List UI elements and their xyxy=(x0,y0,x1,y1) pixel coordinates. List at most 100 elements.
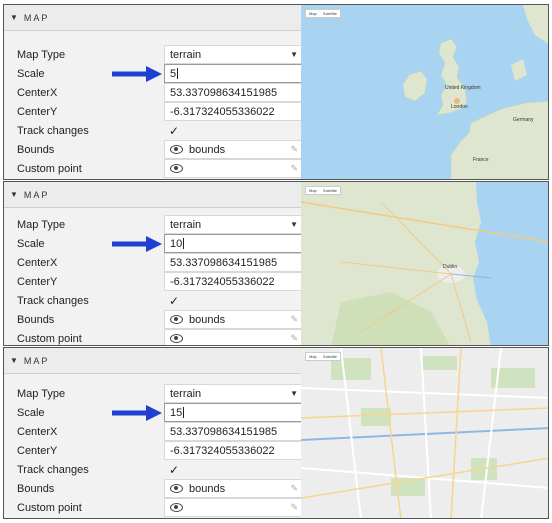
scale-input[interactable]: 5 xyxy=(164,64,301,83)
centerx-label: CenterX xyxy=(17,425,58,438)
caret-down-icon[interactable]: ▼ xyxy=(10,356,18,365)
eye-icon[interactable] xyxy=(170,503,183,512)
scale-value: 10 xyxy=(170,237,183,250)
scale-value: 15 xyxy=(170,406,183,419)
bounds-field[interactable]: bounds ✎ xyxy=(164,479,301,498)
custom-point-field[interactable]: ✎ xyxy=(164,329,301,345)
scale-input[interactable]: 15 xyxy=(164,403,301,422)
centery-label: CenterY xyxy=(17,444,58,457)
tab-satellite[interactable]: Satellite xyxy=(320,353,340,360)
arrow-right-icon xyxy=(112,236,162,252)
tab-map[interactable]: Map xyxy=(306,187,320,194)
map-label: France xyxy=(473,157,489,163)
bounds-label: Bounds xyxy=(17,313,55,326)
custom-point-field[interactable]: ✎ xyxy=(164,159,301,178)
map-view[interactable]: Map Satellite United Kingdom London Germ… xyxy=(301,5,549,179)
track-changes-checkbox[interactable]: ✓ xyxy=(164,291,301,310)
tab-map[interactable]: Map xyxy=(306,353,320,360)
centerx-value: 53.337098634151985 xyxy=(170,86,278,99)
bounds-label: Bounds xyxy=(17,143,55,156)
centery-row: CenterY -6.317324055336022 xyxy=(4,272,301,291)
track-changes-row: Track changes ✓ xyxy=(4,460,301,479)
map-type-tabs[interactable]: Map Satellite xyxy=(305,9,342,18)
text-cursor xyxy=(183,407,185,418)
pencil-icon[interactable]: ✎ xyxy=(290,483,298,494)
map-type-tabs[interactable]: Map Satellite xyxy=(305,186,342,195)
chevron-down-icon[interactable]: ▼ xyxy=(290,50,298,59)
pencil-icon[interactable]: ✎ xyxy=(290,163,298,174)
map-type-row: Map Type terrain ▼ xyxy=(4,45,301,64)
track-changes-checkbox[interactable]: ✓ xyxy=(164,121,301,140)
centery-label: CenterY xyxy=(17,275,58,288)
centery-input[interactable]: -6.317324055336022 xyxy=(164,441,301,460)
centerx-input[interactable]: 53.337098634151985 xyxy=(164,253,301,272)
map-config-row-2: ▼ MAP Map Type terrain ▼ Scale 10 Center… xyxy=(3,181,549,346)
tab-satellite[interactable]: Satellite xyxy=(320,187,340,194)
pencil-icon[interactable]: ✎ xyxy=(290,333,298,344)
map-canvas[interactable] xyxy=(301,5,549,179)
custom-point-field[interactable]: ✎ xyxy=(164,498,301,517)
map-view[interactable]: Map Satellite Dublin xyxy=(301,182,549,345)
centerx-row: CenterX 53.337098634151985 xyxy=(4,253,301,272)
scale-label: Scale xyxy=(17,406,45,419)
eye-icon[interactable] xyxy=(170,484,183,493)
tab-map[interactable]: Map xyxy=(306,10,320,17)
track-changes-checkbox[interactable]: ✓ xyxy=(164,460,301,479)
bounds-field[interactable]: bounds ✎ xyxy=(164,310,301,329)
map-canvas[interactable] xyxy=(301,182,549,345)
map-view[interactable]: Map Satellite xyxy=(301,348,549,518)
track-changes-label: Track changes xyxy=(17,463,89,476)
text-cursor xyxy=(183,238,185,249)
bounds-field[interactable]: bounds ✎ xyxy=(164,140,301,159)
panel-header[interactable]: ▼ MAP xyxy=(4,5,301,31)
map-label: London xyxy=(451,104,468,110)
pencil-icon[interactable]: ✎ xyxy=(290,144,298,155)
map-type-row: Map Type terrain ▼ xyxy=(4,215,301,234)
eye-icon[interactable] xyxy=(170,315,183,324)
custom-point-row: Custom point ✎ xyxy=(4,498,301,517)
property-panel: ▼ MAP Map Type terrain ▼ Scale 10 Center… xyxy=(4,182,302,345)
bounds-row: Bounds bounds ✎ xyxy=(4,479,301,498)
panel-header[interactable]: ▼ MAP xyxy=(4,348,301,374)
map-type-label: Map Type xyxy=(17,387,66,400)
panel-header[interactable]: ▼ MAP xyxy=(4,182,301,208)
track-changes-label: Track changes xyxy=(17,294,89,307)
caret-down-icon[interactable]: ▼ xyxy=(10,190,18,199)
map-type-value: terrain xyxy=(170,48,202,61)
property-panel: ▼ MAP Map Type terrain ▼ Scale 15 Center… xyxy=(4,348,302,518)
centery-input[interactable]: -6.317324055336022 xyxy=(164,102,301,121)
caret-down-icon[interactable]: ▼ xyxy=(10,13,18,22)
centery-row: CenterY -6.317324055336022 xyxy=(4,102,301,121)
custom-point-row: Custom point ✎ xyxy=(4,159,301,178)
map-type-tabs[interactable]: Map Satellite xyxy=(305,352,342,361)
centerx-input[interactable]: 53.337098634151985 xyxy=(164,422,301,441)
arrow-right-icon xyxy=(112,66,162,82)
tab-satellite[interactable]: Satellite xyxy=(320,10,340,17)
eye-icon[interactable] xyxy=(170,334,183,343)
pencil-icon[interactable]: ✎ xyxy=(290,314,298,325)
panel-title: MAP xyxy=(23,189,50,200)
map-type-label: Map Type xyxy=(17,48,66,61)
centery-input[interactable]: -6.317324055336022 xyxy=(164,272,301,291)
centery-row: CenterY -6.317324055336022 xyxy=(4,441,301,460)
map-label: Dublin xyxy=(443,264,458,270)
map-type-select[interactable]: terrain ▼ xyxy=(164,215,301,234)
map-type-select[interactable]: terrain ▼ xyxy=(164,45,301,64)
map-config-row-1: ▼ MAP Map Type terrain ▼ Scale 5 CenterX… xyxy=(3,4,549,180)
eye-icon[interactable] xyxy=(170,164,183,173)
map-canvas[interactable] xyxy=(301,348,549,518)
checkmark-icon: ✓ xyxy=(169,123,180,138)
custom-point-label: Custom point xyxy=(17,162,82,175)
eye-icon[interactable] xyxy=(170,145,183,154)
map-type-select[interactable]: terrain ▼ xyxy=(164,384,301,403)
map-type-value: terrain xyxy=(170,387,202,400)
chevron-down-icon[interactable]: ▼ xyxy=(290,220,298,229)
centerx-value: 53.337098634151985 xyxy=(170,256,278,269)
centerx-input[interactable]: 53.337098634151985 xyxy=(164,83,301,102)
map-type-label: Map Type xyxy=(17,218,66,231)
scale-input[interactable]: 10 xyxy=(164,234,301,253)
bounds-label: Bounds xyxy=(17,482,55,495)
centery-value: -6.317324055336022 xyxy=(170,105,275,118)
pencil-icon[interactable]: ✎ xyxy=(290,502,298,513)
chevron-down-icon[interactable]: ▼ xyxy=(290,389,298,398)
